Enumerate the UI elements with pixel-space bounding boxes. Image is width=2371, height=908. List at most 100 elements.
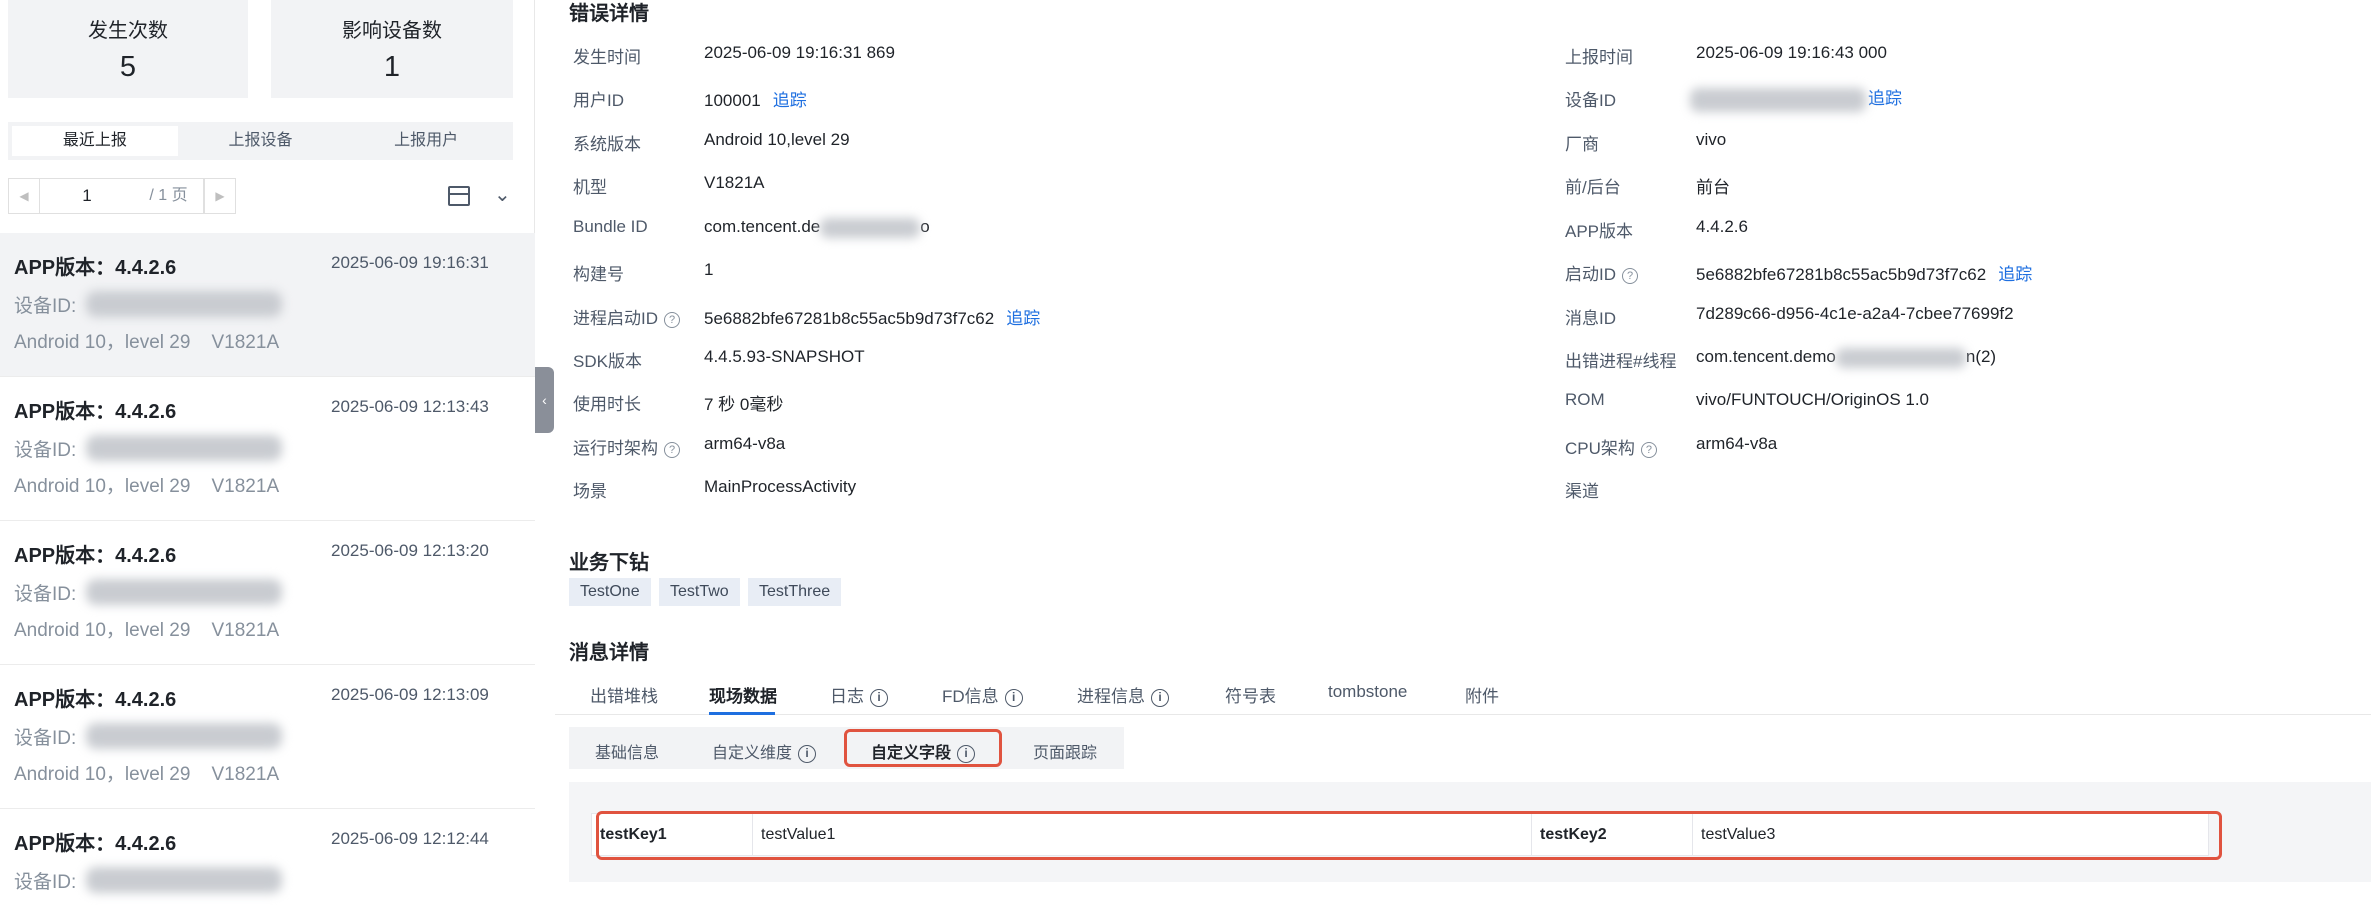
field-key: 前/后台	[1565, 178, 1621, 197]
bundle-id-prefix: com.tencent.de	[704, 217, 821, 236]
error-thread-redacted	[1835, 347, 1966, 368]
page-input[interactable]: 1	[40, 178, 134, 214]
trace-device-link[interactable]: 追踪	[1868, 89, 1902, 108]
business-tag[interactable]: TestOne	[569, 578, 651, 606]
tab-tombstone[interactable]: tombstone	[1328, 682, 1407, 702]
tab-process-info[interactable]: 进程信息 i	[1077, 682, 1169, 707]
tab-symbol-table[interactable]: 符号表	[1225, 682, 1276, 707]
report-device-label: 设备ID:	[14, 296, 77, 317]
business-tag[interactable]: TestThree	[748, 578, 842, 606]
prev-page-button[interactable]: ◀	[8, 178, 40, 214]
report-tabs: 最近上报 上报设备 上报用户	[8, 122, 513, 160]
field-key-process-launch-id: 进程启动ID?	[573, 304, 680, 329]
field-key: 厂商	[1565, 135, 1599, 154]
report-device-label: 设备ID:	[14, 440, 77, 461]
user-id-value: 100001	[704, 91, 761, 110]
tab-divider	[555, 714, 2371, 715]
list-item[interactable]: APP版本：4.4.2.6 2025-06-09 12:12:44 设备ID:	[0, 809, 535, 908]
field-key: 消息ID	[1565, 309, 1616, 328]
report-app-version: APP版本：4.4.2.6	[14, 545, 177, 567]
subtab-basic-info[interactable]: 基础信息	[595, 739, 659, 763]
occurrence-count-card: 发生次数 5	[8, 0, 248, 98]
tab-logs-label: 日志	[830, 687, 864, 706]
trace-user-link[interactable]: 追踪	[773, 91, 807, 110]
business-title: 业务下钻	[569, 552, 649, 574]
app-root: 发生次数 5 影响设备数 1 最近上报 上报设备 上报用户 ◀ 1 / 1 页 …	[0, 0, 2371, 908]
runtime-arch-label: 运行时架构	[573, 439, 658, 458]
message-detail-title: 消息详情	[569, 642, 649, 664]
bundle-id-redacted	[820, 217, 921, 238]
field-key: SDK版本	[573, 352, 642, 371]
field-value-error-thread: com.tencent.demo n(2)	[1696, 347, 1996, 368]
launch-id-label: 启动ID	[1565, 265, 1616, 284]
help-icon[interactable]: ?	[1640, 441, 1657, 458]
next-page-button[interactable]: ▶	[204, 178, 236, 214]
field-value: vivo	[1696, 130, 1727, 149]
report-device-label: 设备ID:	[14, 872, 77, 893]
collapse-sidebar-button[interactable]: ‹	[535, 367, 554, 433]
field-key: 系统版本	[573, 135, 641, 154]
next-icon: ▶	[215, 189, 225, 203]
error-detail-panel: 错误详情 发生时间 2025-06-09 19:16:31 869 用户ID 1…	[555, 0, 2371, 908]
field-key-cpu-arch: CPU架构?	[1565, 434, 1657, 459]
report-app-version: APP版本：4.4.2.6	[14, 257, 177, 279]
trace-process-link[interactable]: 追踪	[1006, 309, 1040, 328]
tab-recent-reports[interactable]: 最近上报	[12, 126, 178, 156]
device-count-label: 影响设备数	[342, 20, 442, 42]
field-key: 出错进程#线程	[1565, 352, 1677, 371]
tab-fd-info[interactable]: FD信息 i	[942, 682, 1023, 707]
field-key-runtime-arch: 运行时架构?	[573, 434, 680, 459]
field-key: 发生时间	[573, 48, 641, 67]
field-key: Bundle ID	[573, 217, 648, 236]
device-id-redacted	[86, 723, 282, 749]
report-list: APP版本：4.4.2.6 2025-06-09 19:16:31 设备ID: …	[0, 233, 535, 908]
report-time: 2025-06-09 19:16:31	[331, 253, 489, 272]
device-id-redacted	[86, 291, 282, 317]
tab-scene-data[interactable]: 现场数据	[709, 682, 777, 707]
tab-report-users[interactable]: 上报用户	[343, 126, 509, 156]
report-system: Android 10，level 29 V1821A	[14, 332, 280, 353]
list-item[interactable]: APP版本：4.4.2.6 2025-06-09 19:16:31 设备ID: …	[0, 233, 535, 377]
pagination: ◀ 1 / 1 页 ▶ ⌄	[8, 178, 513, 214]
help-icon[interactable]: ?	[664, 441, 680, 458]
collapse-icon: ‹	[542, 392, 547, 408]
tab-attachments[interactable]: 附件	[1465, 682, 1499, 707]
report-time: 2025-06-09 12:12:44	[331, 829, 489, 848]
device-count-card: 影响设备数 1	[271, 0, 513, 98]
report-time: 2025-06-09 12:13:20	[331, 541, 489, 560]
field-value-bundle-id: com.tencent.de o	[704, 217, 930, 238]
field-key: 机型	[573, 178, 607, 197]
field-key: ROM	[1565, 390, 1605, 409]
trace-launch-link[interactable]: 追踪	[1998, 265, 2032, 284]
tab-report-devices[interactable]: 上报设备	[178, 126, 344, 156]
business-tag[interactable]: TestTwo	[659, 578, 740, 606]
info-icon: i	[870, 688, 888, 707]
subtab-page-tracking[interactable]: 页面跟踪	[1033, 739, 1097, 763]
list-item[interactable]: APP版本：4.4.2.6 2025-06-09 12:13:09 设备ID: …	[0, 665, 535, 809]
subtab-custom-dimensions[interactable]: 自定义维度 i	[712, 739, 817, 763]
page-layout-icon[interactable]	[448, 186, 470, 206]
report-app-version: APP版本：4.4.2.6	[14, 401, 177, 423]
info-icon: i	[1004, 688, 1023, 707]
help-icon[interactable]: ?	[1622, 267, 1638, 284]
chevron-down-icon[interactable]: ⌄	[494, 182, 511, 207]
help-icon[interactable]: ?	[664, 311, 680, 328]
report-app-version: APP版本：4.4.2.6	[14, 833, 177, 855]
process-launch-id-value: 5e6882bfe67281b8c55ac5b9d73f7c62	[704, 309, 995, 328]
device-id-redacted	[86, 435, 282, 461]
tab-logs[interactable]: 日志 i	[830, 682, 888, 707]
tab-error-stack[interactable]: 出错堆栈	[590, 682, 658, 707]
bundle-id-suffix: o	[920, 217, 930, 236]
field-key: APP版本	[1565, 222, 1634, 241]
report-time: 2025-06-09 12:13:43	[331, 397, 489, 416]
error-thread-prefix: com.tencent.demo	[1696, 347, 1836, 366]
report-app-version: APP版本：4.4.2.6	[14, 689, 177, 711]
info-icon: i	[798, 744, 817, 763]
list-item[interactable]: APP版本：4.4.2.6 2025-06-09 12:13:43 设备ID: …	[0, 377, 535, 521]
report-system: Android 10，level 29 V1821A	[14, 620, 280, 641]
field-key: 设备ID	[1565, 91, 1616, 110]
process-launch-id-label: 进程启动ID	[573, 309, 658, 328]
report-time: 2025-06-09 12:13:09	[331, 685, 489, 704]
list-item[interactable]: APP版本：4.4.2.6 2025-06-09 12:13:20 设备ID: …	[0, 521, 535, 665]
field-value: 2025-06-09 19:16:31 869	[704, 43, 895, 62]
